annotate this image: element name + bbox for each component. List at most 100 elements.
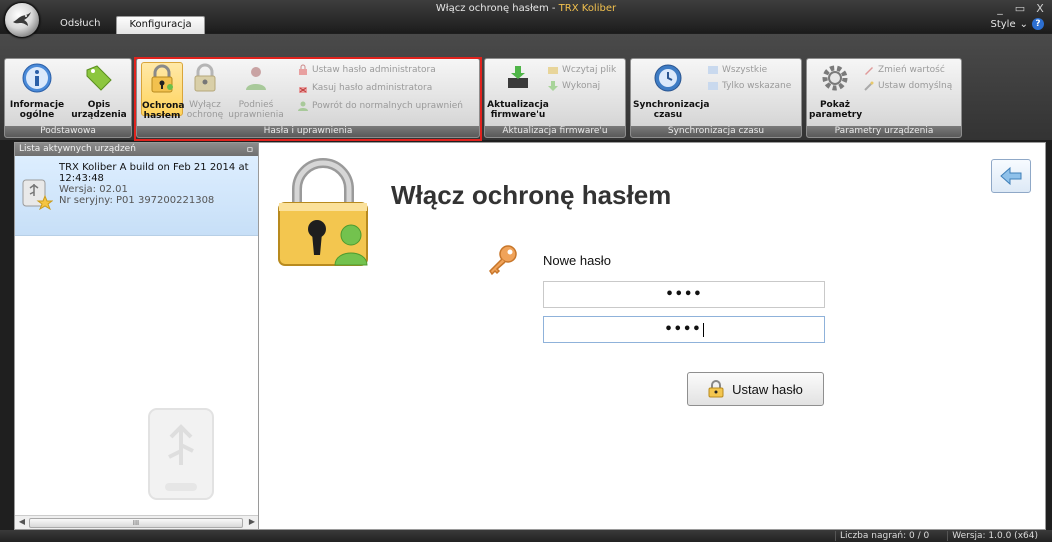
group-basic-label: Podstawowa [5,126,131,137]
minimize-button[interactable]: _ [994,2,1006,15]
pin-icon[interactable]: ㅁ [246,143,254,156]
execute-label: Wykonaj [562,81,601,91]
scroll-right-icon[interactable]: ▶ [246,517,258,529]
padlock-icon [151,64,173,93]
confirm-password-value: •••• [664,322,702,337]
clock-sync-icon [654,64,682,92]
set-admin-password-button[interactable]: Ustaw hasło administratora [297,63,436,77]
devices-panel-header: Lista aktywnych urządzeń ㅁ [15,143,259,156]
password-protect-button[interactable]: Ochrona hasłem [141,62,185,121]
protect-label-2: hasłem [143,111,181,121]
sync-all-button[interactable]: Wszystkie [707,63,767,77]
hummingbird-icon [13,12,31,26]
raise-label-1: Podnieś [238,100,274,110]
revert-permissions-button[interactable]: Powrót do normalnych uprawnień [297,99,463,113]
list-all-icon [708,66,718,74]
device-serial: Nr seryjny: P01 397200221308 [59,195,215,206]
admin-lock-icon [299,64,307,75]
raise-label-2: uprawnienia [228,110,284,120]
tab-konfiguracja[interactable]: Konfiguracja [116,16,205,34]
back-button[interactable] [991,159,1031,193]
group-timesync: Synchronizacja czasu Wszystkie Tylko wsk… [630,58,802,138]
usb-drive-icon [22,179,53,210]
description-button[interactable]: Opis urządzenia [69,62,129,120]
close-button[interactable]: X [1034,2,1046,15]
group-passwords-label: Hasła i uprawnienia [137,126,479,137]
text-caret [702,322,704,337]
group-firmware-label: Aktualizacja firmware'u [485,126,625,137]
sync-selected-label: Tylko wskazane [722,81,792,91]
padlock-disabled-icon [194,63,216,92]
folder-icon [548,67,558,74]
firmware-label-2: firmware'u [490,110,546,120]
sync-all-label: Wszystkie [722,65,768,75]
group-firmware: Aktualizacja firmware'u Wczytaj plik Wyk… [484,58,626,138]
chevron-down-icon: ⌄ [1019,18,1028,30]
tab-odsluch[interactable]: Odsłuch [48,16,112,34]
device-list-item[interactable]: TRX Koliber A build on Feb 21 2014 at 12… [15,156,259,236]
clear-admin-label: Kasuj hasło administratora [312,83,433,93]
style-menu-label: Style [990,18,1016,30]
confirm-password-field[interactable]: •••• [543,316,825,343]
arrow-down-icon [548,81,558,91]
load-file-button[interactable]: Wczytaj plik [547,63,616,77]
timesync-label-1: Synchronizacja [633,100,710,110]
padlock-user-icon [278,158,368,266]
disable-label-2: ochronę [186,110,224,120]
users-revert-icon [298,101,308,111]
key-icon [489,245,517,276]
pencil-icon [865,67,873,75]
revert-permissions-label: Powrót do normalnych uprawnień [312,101,463,111]
devices-panel-title: Lista aktywnych urządzeń [19,144,136,154]
admin-lock-clear-icon [299,87,307,93]
info-button[interactable]: Informacje ogólne [7,62,67,120]
params-label-2: parametry [809,110,863,120]
group-params: Pokaż parametry Zmień wartość Ustaw domy… [806,58,962,138]
help-icon[interactable]: ? [1032,18,1044,30]
set-default-label: Ustaw domyślną [878,81,953,91]
main-content: Włącz ochronę hasłem Nowe hasło •••• •••… [258,142,1046,530]
firmware-label-1: Aktualizacja [487,100,549,110]
tag-icon [86,65,112,91]
info-label-2: ogólne [19,110,55,120]
clear-admin-password-button[interactable]: Kasuj hasło administratora [297,81,432,95]
style-menu[interactable]: Style ⌄ ? [990,18,1044,30]
scroll-left-icon[interactable]: ◀ [16,517,28,529]
time-sync-button[interactable]: Synchronizacja czasu [633,62,710,120]
set-password-button[interactable]: Ustaw hasło [687,372,824,406]
window-title-app: TRX Koliber [558,3,617,14]
desc-label-1: Opis [87,100,111,110]
app-menu-button[interactable] [4,2,40,38]
disable-protection-button[interactable]: Wyłącz ochronę [185,62,225,120]
page-title: Włącz ochronę hasłem [391,180,672,210]
status-recordings: Liczba nagrań: 0 / 0 [834,531,933,541]
window-controls: _ ▭ X [994,2,1046,15]
maximize-button[interactable]: ▭ [1014,2,1026,15]
user-elevate-icon [246,67,266,90]
lock-icon [708,380,724,398]
scroll-thumb[interactable]: III [29,518,243,528]
window-title-text: Włącz ochronę hasłem - [435,3,559,14]
new-password-field[interactable]: •••• [543,281,825,308]
desc-label-2: urządzenia [71,110,127,120]
chip-download-icon [508,66,528,88]
status-right: Liczba nagrań: 0 / 0 Wersja: 1.0.0 (x64) [834,531,1042,541]
sync-selected-button[interactable]: Tylko wskazane [707,79,791,93]
devices-panel: Lista aktywnych urządzeń ㅁ TRX Koliber A… [14,142,260,530]
timesync-label-2: czasu [653,110,683,120]
raise-permissions-button[interactable]: Podnieś uprawnienia [227,62,285,120]
show-params-button[interactable]: Pokaż parametry [809,62,863,120]
horizontal-scrollbar[interactable]: ◀ III ▶ [15,515,259,529]
info-icon [22,63,52,93]
list-selected-icon [708,82,718,90]
execute-button[interactable]: Wykonaj [547,79,600,93]
ribbon-tabs: Odsłuch Konfiguracja [48,16,205,34]
device-version: Wersja: 02.01 [59,184,128,195]
new-password-value: •••• [665,287,703,302]
change-value-button[interactable]: Zmień wartość [863,63,945,77]
wand-icon [864,81,874,91]
set-default-button[interactable]: Ustaw domyślną [863,79,952,93]
usb-watermark-icon [148,408,214,500]
change-value-label: Zmień wartość [878,65,945,75]
firmware-update-button[interactable]: Aktualizacja firmware'u [487,62,549,120]
